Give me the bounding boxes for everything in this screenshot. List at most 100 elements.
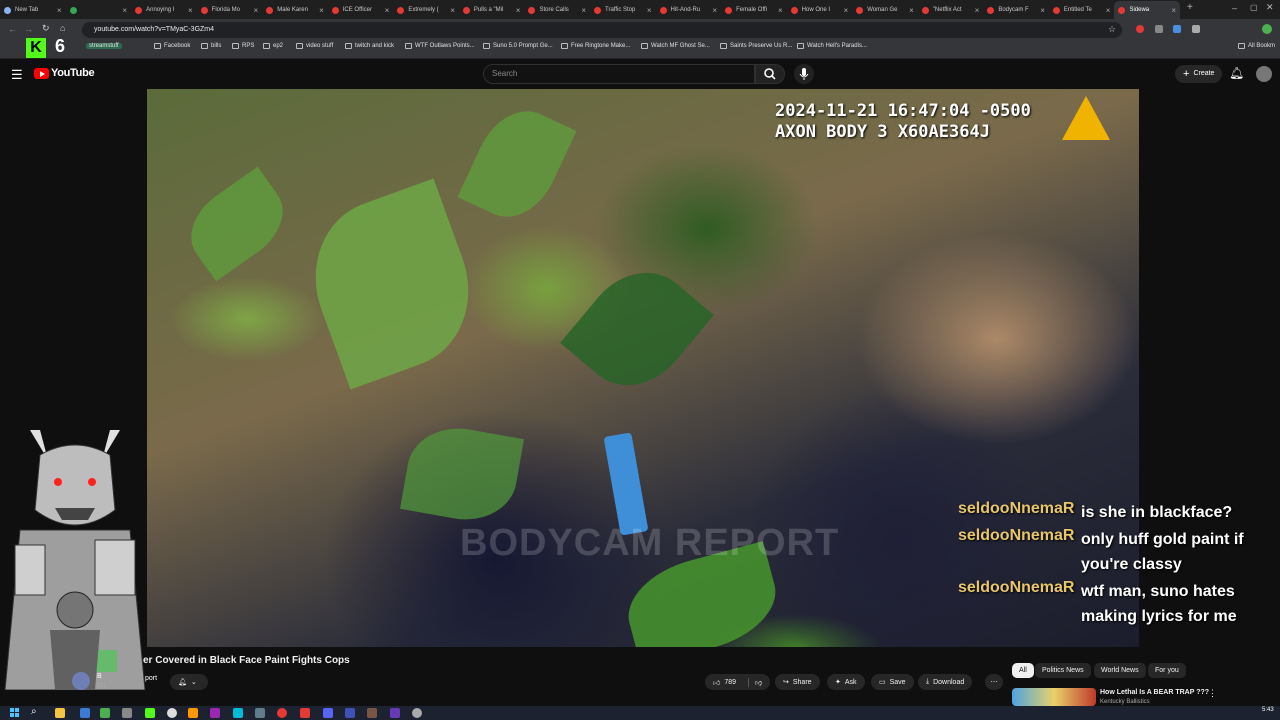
taskbar-app-icon[interactable] — [390, 708, 400, 718]
more-actions-button[interactable]: ⋯ — [985, 674, 1003, 690]
bookmark-item[interactable]: Facebook — [154, 43, 190, 49]
create-button[interactable]: + Create — [1175, 65, 1223, 83]
taskbar-app-icon[interactable] — [145, 708, 155, 718]
browser-tab[interactable]: Store Calls × — [524, 1, 590, 19]
menu-icon[interactable]: ☰ — [11, 67, 23, 83]
extension-icon[interactable] — [1173, 25, 1181, 33]
tab-close-icon[interactable]: × — [385, 6, 390, 15]
browser-tab[interactable]: Pulls a "Mil × — [459, 1, 525, 19]
close-window-icon[interactable]: ✕ — [1266, 2, 1274, 13]
tab-close-icon[interactable]: × — [319, 6, 324, 15]
chip-politics-news[interactable]: Politics News — [1035, 663, 1091, 678]
bookmark-item[interactable]: Saints Preserve Us R... — [720, 43, 792, 49]
reload-icon[interactable]: ↻ — [42, 23, 50, 34]
browser-tab[interactable]: Bodycam F × — [983, 1, 1049, 19]
bookmark-item[interactable]: WTF Outlaws Points... — [405, 43, 475, 49]
taskbar-app-icon[interactable] — [255, 708, 265, 718]
save-button[interactable]: ▭ Save — [871, 674, 914, 690]
thumbs-up-icon[interactable]: 👍︎ — [713, 678, 720, 687]
browser-tab[interactable]: Annoying I × — [131, 1, 197, 19]
taskbar-search-icon[interactable]: ⌕ — [31, 706, 37, 717]
taskbar-app-icon[interactable] — [345, 708, 355, 718]
bookmark-item[interactable]: bills — [201, 43, 221, 49]
browser-tab[interactable]: Sidewa × — [1114, 1, 1180, 19]
bookmark-item[interactable]: RPS — [232, 43, 254, 49]
chip-all[interactable]: All — [1012, 663, 1034, 678]
file-explorer-icon[interactable] — [55, 708, 65, 718]
taskbar-app-icon[interactable] — [167, 708, 177, 718]
taskbar-app-icon[interactable] — [122, 708, 132, 718]
channel-name[interactable]: B — [97, 673, 102, 680]
tab-close-icon[interactable]: × — [1040, 6, 1045, 15]
tab-close-icon[interactable]: × — [450, 6, 455, 15]
browser-tab[interactable]: × — [66, 1, 132, 19]
tab-close-icon[interactable]: × — [844, 6, 849, 15]
taskbar-app-icon[interactable] — [188, 708, 198, 718]
bookmark-item[interactable]: ep2 — [263, 43, 283, 49]
tab-close-icon[interactable]: × — [712, 6, 717, 15]
tab-close-icon[interactable]: × — [188, 6, 193, 15]
bookmark-item[interactable]: streamstuff — [86, 43, 122, 49]
browser-tab[interactable]: Traffic Stop × — [590, 1, 656, 19]
browser-tab[interactable]: New Tab × — [0, 1, 66, 19]
notifications-bell-icon[interactable]: 🔔︎ — [1229, 66, 1244, 80]
tab-close-icon[interactable]: × — [581, 6, 586, 15]
taskbar-app-icon[interactable] — [233, 708, 243, 718]
bookmark-item[interactable]: Free Ringtone Make... — [561, 43, 630, 49]
maximize-icon[interactable]: ▢ — [1250, 3, 1258, 12]
all-bookmarks-button[interactable]: All Bookm — [1238, 43, 1275, 49]
download-button[interactable]: ⤓ Download — [918, 674, 973, 690]
taskbar-app-icon[interactable] — [80, 708, 90, 718]
like-count[interactable]: 789 — [724, 679, 736, 686]
browser-tab[interactable]: Hit-And-Ru × — [656, 1, 722, 19]
browser-tab[interactable]: "Netflix Act × — [918, 1, 984, 19]
minimize-icon[interactable]: – — [1232, 3, 1237, 13]
system-clock[interactable]: 5:43 — [1262, 707, 1274, 713]
tab-close-icon[interactable]: × — [1106, 6, 1111, 15]
thumbs-down-icon[interactable]: 👎︎ — [748, 677, 762, 687]
taskbar-app-icon[interactable] — [367, 708, 377, 718]
browser-tab[interactable]: How One I × — [787, 1, 853, 19]
tab-close-icon[interactable]: × — [909, 6, 914, 15]
tab-close-icon[interactable]: × — [975, 6, 980, 15]
bookmark-item[interactable]: Watch Hell's Paradis... — [797, 43, 867, 49]
taskbar-app-icon[interactable] — [210, 708, 220, 718]
bookmark-item[interactable]: twitch and kick — [345, 43, 394, 49]
taskbar-app-icon[interactable] — [412, 708, 422, 718]
voice-search-button[interactable] — [794, 64, 814, 84]
chip-for-you[interactable]: For you — [1148, 663, 1186, 678]
recommended-menu-icon[interactable]: ⋮ — [1208, 688, 1217, 699]
taskbar-app-icon[interactable] — [100, 708, 110, 718]
back-icon[interactable]: ← — [8, 24, 17, 34]
extension-icon[interactable] — [1155, 25, 1163, 33]
browser-tab[interactable]: Florida Mo × — [197, 1, 263, 19]
ask-button[interactable]: ✦ Ask — [827, 674, 865, 690]
tab-close-icon[interactable]: × — [122, 6, 127, 15]
youtube-logo-text[interactable]: YouTube — [51, 67, 95, 79]
bookmark-star-icon[interactable]: ☆ — [1108, 24, 1116, 35]
tab-close-icon[interactable]: × — [57, 6, 62, 15]
tab-close-icon[interactable]: × — [516, 6, 521, 15]
chrome-taskbar-icon[interactable] — [277, 708, 287, 718]
home-icon[interactable]: ⌂ — [60, 23, 65, 33]
bookmark-item[interactable]: Watch MF Ghost Se... — [641, 43, 710, 49]
search-input[interactable]: Search — [483, 64, 755, 84]
bookmark-item[interactable]: Suno 5.0 Prompt Ge... — [483, 43, 553, 49]
browser-tab[interactable]: Woman Ge × — [852, 1, 918, 19]
youtube-logo-icon[interactable] — [34, 68, 49, 79]
share-button[interactable]: ↪ Share — [775, 674, 820, 690]
extension-icon[interactable] — [1136, 25, 1144, 33]
account-avatar[interactable] — [1256, 66, 1272, 82]
tab-close-icon[interactable]: × — [647, 6, 652, 15]
recommended-thumbnail[interactable] — [1012, 688, 1096, 706]
channel-avatar[interactable] — [72, 672, 90, 690]
new-tab-icon[interactable]: + — [1187, 2, 1193, 13]
taskbar-app-icon[interactable] — [300, 708, 310, 718]
bookmark-item[interactable]: video stuff — [296, 43, 333, 49]
address-bar[interactable]: youtube.com/watch?v=TMyaC-3GZm4 — [82, 22, 1122, 38]
notification-bell-button[interactable]: 🔔︎ ⌄ — [170, 674, 208, 690]
browser-tab[interactable]: Male Karen × — [262, 1, 328, 19]
extensions-puzzle-icon[interactable] — [1192, 25, 1200, 33]
browser-tab[interactable]: ICE Officer × — [328, 1, 394, 19]
profile-avatar[interactable] — [1262, 24, 1272, 34]
